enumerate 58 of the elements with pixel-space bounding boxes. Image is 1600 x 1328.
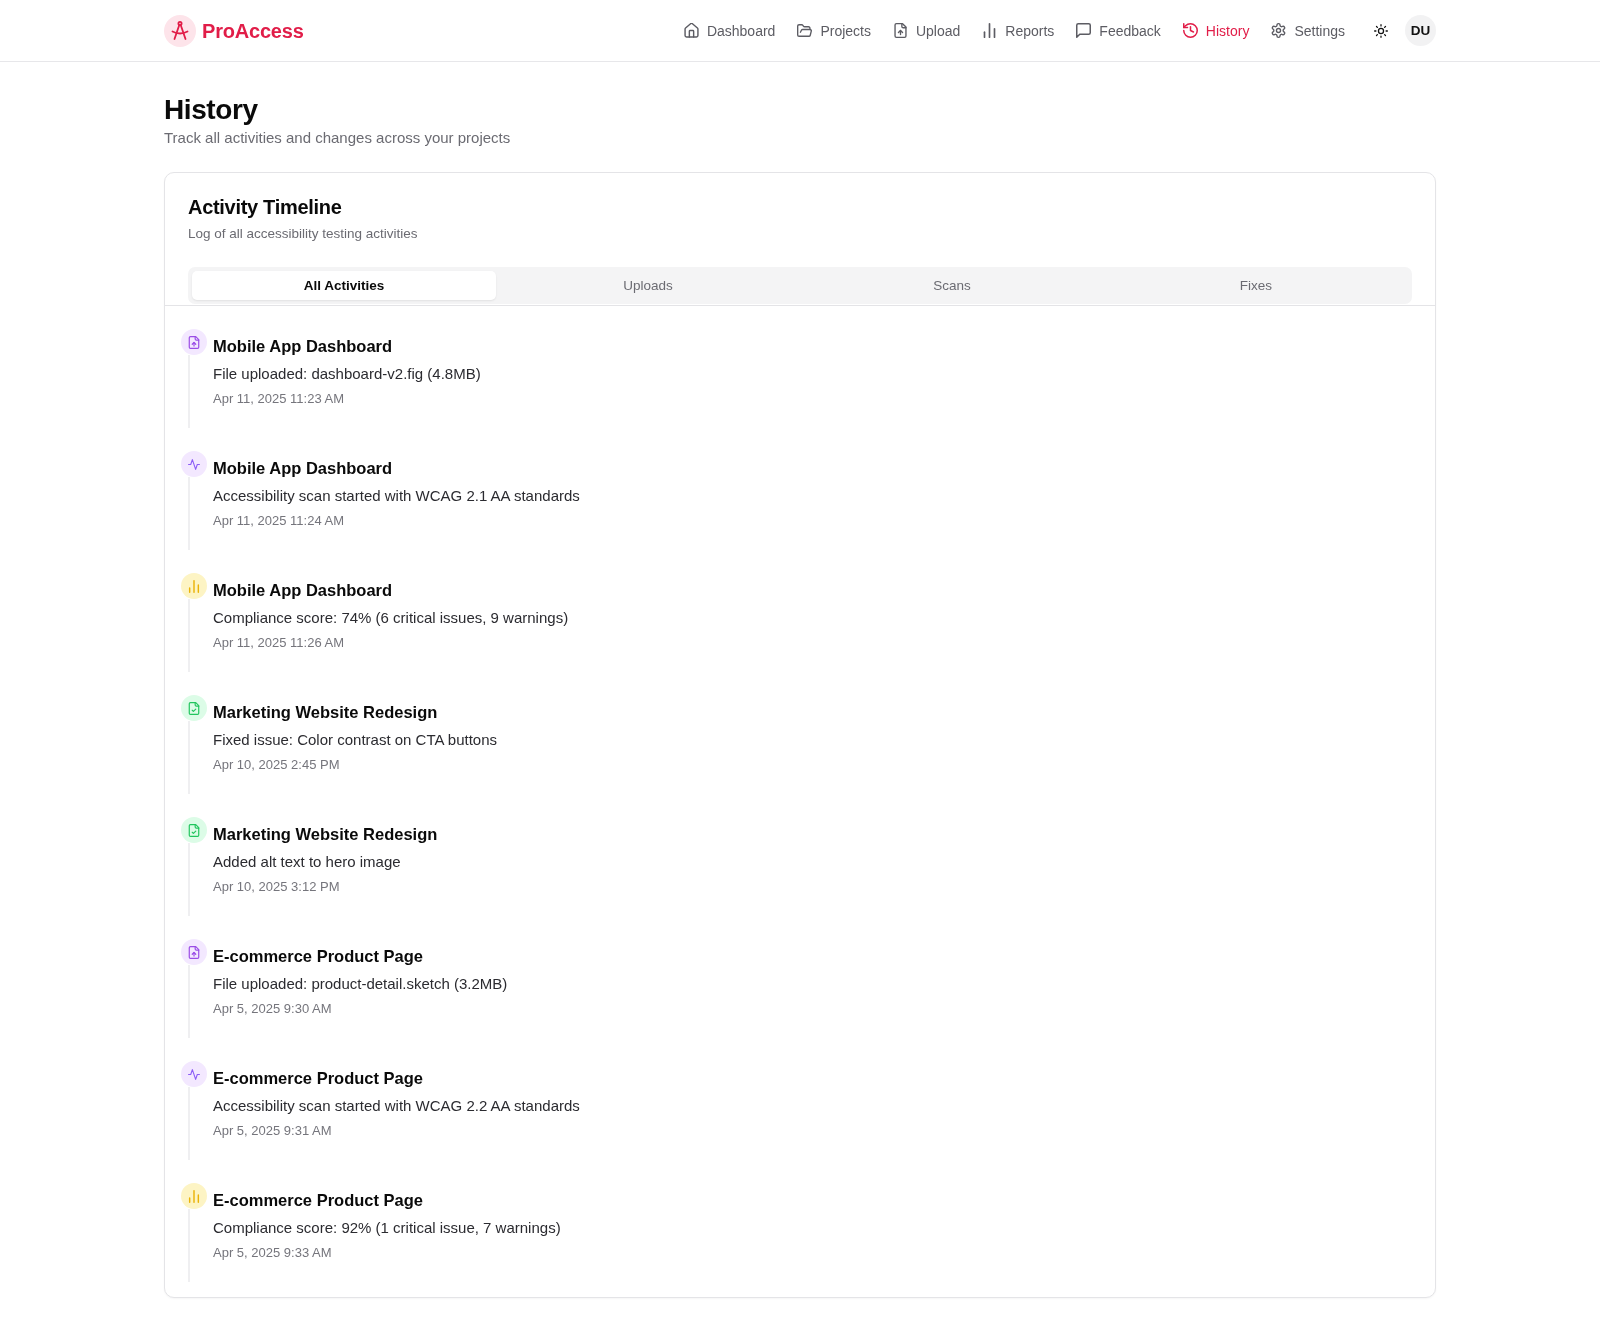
activity-description: Compliance score: 74% (6 critical issues, 9 warnings) — [213, 608, 569, 628]
filter-tab[interactable]: All Activities — [192, 271, 496, 300]
filter-tab[interactable]: Fixes — [1104, 271, 1408, 300]
pulse-icon — [181, 451, 207, 477]
activity-time: Apr 10, 2025 3:12 PM — [213, 878, 341, 896]
file-upload-icon — [181, 939, 207, 965]
nav-link[interactable]: Dashboard — [683, 20, 776, 41]
file-check-icon — [181, 817, 207, 843]
activity-time: Apr 11, 2025 11:24 AM — [213, 512, 346, 530]
project-name: Mobile App Dashboard — [213, 458, 394, 479]
bar-chart-icon — [181, 1183, 207, 1209]
project-name: E-commerce Product Page — [213, 1190, 424, 1211]
project-name: Marketing Website Redesign — [213, 824, 438, 845]
activity-description: Compliance score: 92% (1 critical issue, 7 warnings) — [213, 1218, 561, 1238]
project-name: E-commerce Product Page — [213, 1068, 424, 1089]
bar-chart-icon — [982, 23, 998, 38]
nav-link[interactable]: Settings — [1271, 20, 1345, 41]
nav-link[interactable]: Upload — [892, 20, 961, 41]
filter-tab[interactable]: Uploads — [496, 271, 800, 300]
activity-time: Apr 10, 2025 2:45 PM — [213, 756, 341, 774]
sun-icon — [1374, 23, 1388, 38]
nav-link[interactable]: Projects — [797, 20, 871, 41]
nav-link[interactable]: Feedback — [1076, 20, 1161, 41]
brand-name: ProAccess — [202, 18, 304, 43]
folder-icon — [797, 23, 813, 38]
logo-icon — [164, 14, 196, 47]
activity-description: File uploaded: dashboard-v2.fig (4.8MB) — [213, 364, 481, 384]
activity-description: Added alt text to hero image — [213, 852, 402, 872]
activity-description: File uploaded: product-detail.sketch (3.2MB) — [213, 974, 508, 994]
project-name: Marketing Website Redesign — [213, 702, 439, 723]
project-name: Mobile App Dashboard — [213, 336, 394, 357]
history-icon — [1182, 23, 1198, 38]
activity-time: Apr 11, 2025 11:23 AM — [213, 390, 346, 408]
activity-description: Accessibility scan started with WCAG 2.2 AA standards — [213, 1096, 580, 1116]
speech-bubble-icon — [1076, 23, 1092, 38]
file-upload-icon — [892, 23, 908, 38]
activity-time: Apr 5, 2025 9:31 AM — [213, 1122, 333, 1140]
filter-tab[interactable]: Scans — [800, 271, 1104, 300]
project-name: Mobile App Dashboard — [213, 580, 394, 601]
settings-icon — [1271, 23, 1287, 38]
activity-time: Apr 11, 2025 11:26 AM — [213, 634, 346, 652]
activity-time: Apr 5, 2025 9:33 AM — [213, 1244, 333, 1262]
nav-link[interactable]: Reports — [982, 20, 1055, 41]
card-title: Activity Timeline — [188, 195, 343, 219]
page-title: History — [164, 93, 259, 127]
project-name: E-commerce Product Page — [213, 946, 424, 967]
page-subtitle: Track all activities and changes across your projects — [164, 128, 512, 148]
activity-description: Accessibility scan started with WCAG 2.1 AA standards — [213, 486, 580, 506]
card-subtitle: Log of all accessibility testing activities — [188, 225, 419, 243]
activity-description: Fixed issue: Color contrast on CTA buttons — [213, 730, 498, 750]
file-upload-icon — [181, 329, 207, 355]
home-icon — [683, 23, 699, 38]
bar-chart-icon — [181, 573, 207, 599]
user-avatar[interactable]: DU — [1405, 15, 1436, 46]
activity-time: Apr 5, 2025 9:30 AM — [213, 1000, 333, 1018]
pulse-icon — [181, 1061, 207, 1087]
nav-link[interactable]: History — [1182, 20, 1250, 41]
file-check-icon — [181, 695, 207, 721]
